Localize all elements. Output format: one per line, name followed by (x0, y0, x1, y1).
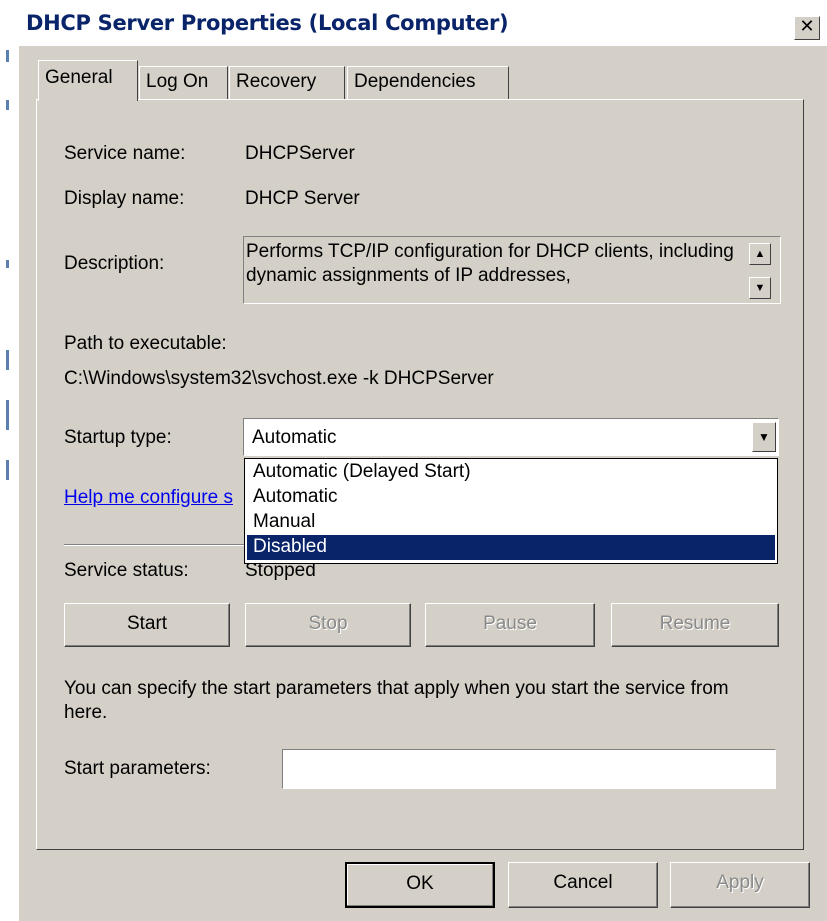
startup-type-dropdown-list: Automatic (Delayed Start) Automatic Manu… (244, 458, 778, 564)
start-button[interactable]: Start (64, 603, 230, 647)
start-parameters-input[interactable] (282, 749, 776, 789)
tab-general[interactable]: General (38, 60, 138, 101)
scroll-up-icon: ▲ (754, 248, 766, 260)
startup-option-manual[interactable]: Manual (247, 510, 775, 535)
close-icon: ✕ (799, 16, 815, 37)
start-parameters-hint: You can specify the start parameters tha… (64, 678, 729, 723)
path-value: C:\Windows\system32\svchost.exe -k DHCPS… (64, 368, 494, 389)
service-name-label: Service name: (64, 143, 186, 164)
close-button[interactable]: ✕ (794, 16, 820, 40)
resume-button[interactable]: Resume (611, 603, 779, 647)
help-configure-link[interactable]: Help me configure s (64, 487, 233, 509)
service-status-label: Service status: (64, 560, 189, 581)
description-label: Description: (64, 253, 165, 274)
scroll-down-button[interactable]: ▼ (749, 277, 771, 299)
chevron-down-icon: ▼ (758, 430, 770, 444)
service-name-value: DHCPServer (245, 143, 355, 164)
ok-button[interactable]: OK (345, 862, 495, 908)
scroll-down-icon: ▼ (754, 282, 766, 294)
description-text: Performs TCP/IP configuration for DHCP c… (246, 241, 734, 286)
startup-type-dropdown-button[interactable]: ▼ (752, 422, 776, 452)
separator (64, 544, 244, 546)
tab-log-on[interactable]: Log On (139, 66, 228, 100)
startup-option-delayed[interactable]: Automatic (Delayed Start) (247, 460, 775, 485)
startup-option-disabled[interactable]: Disabled (247, 535, 775, 560)
display-name-value: DHCP Server (245, 188, 360, 209)
path-label: Path to executable: (64, 333, 227, 354)
apply-button[interactable]: Apply (670, 862, 810, 908)
scroll-up-button[interactable]: ▲ (749, 243, 771, 265)
display-name-label: Display name: (64, 188, 185, 209)
tab-dependencies[interactable]: Dependencies (347, 66, 509, 100)
startup-type-value: Automatic (252, 427, 337, 448)
tab-recovery[interactable]: Recovery (229, 66, 345, 100)
pause-button[interactable]: Pause (425, 603, 595, 647)
window-title: DHCP Server Properties (Local Computer) (26, 11, 509, 35)
startup-option-automatic[interactable]: Automatic (247, 485, 775, 510)
startup-type-label: Startup type: (64, 427, 172, 448)
stop-button[interactable]: Stop (245, 603, 411, 647)
background-window-edge (0, 0, 18, 920)
start-parameters-label: Start parameters: (64, 758, 211, 779)
cancel-button[interactable]: Cancel (508, 862, 658, 908)
